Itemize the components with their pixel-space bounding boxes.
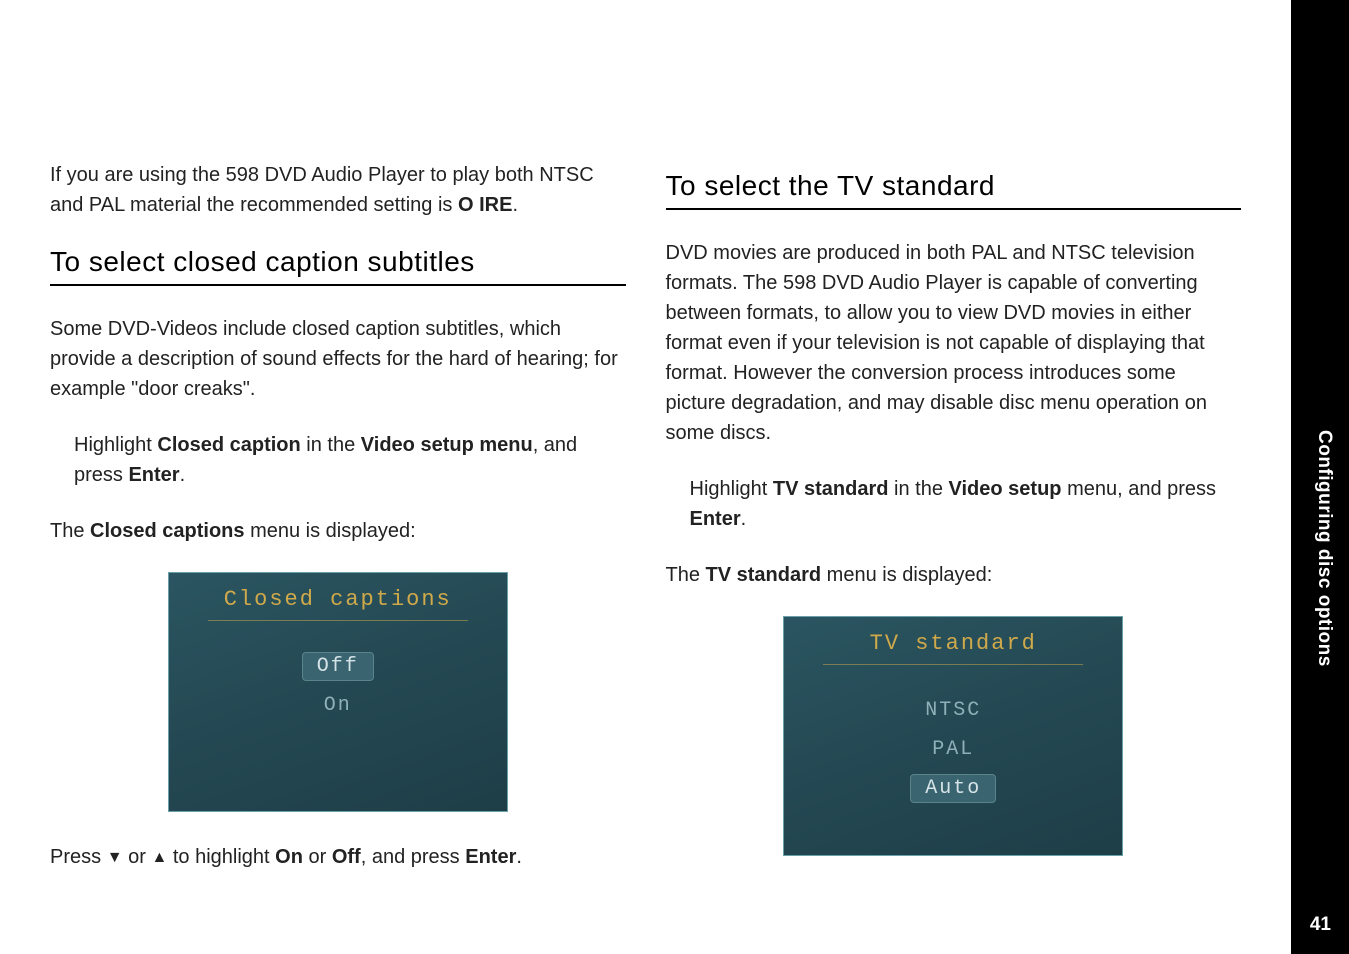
text-bold: Off (332, 846, 361, 868)
heading-rule (50, 284, 626, 286)
text-bold: Enter (465, 846, 516, 868)
menu-option-pal: PAL (918, 736, 988, 763)
step-text: Highlight (690, 478, 773, 500)
tv-standard-heading: To select the TV standard (666, 170, 1242, 202)
step-bold: Enter (690, 508, 741, 530)
step-bold: TV standard (773, 478, 889, 500)
intro-paragraph: If you are using the 598 DVD Audio Playe… (50, 160, 626, 220)
text: , and press (361, 846, 466, 868)
menu-option-off: Off (303, 653, 373, 680)
tv-standard-menu-label: The TV standard menu is displayed: (666, 560, 1242, 590)
text: . (516, 846, 522, 868)
intro-end: . (512, 194, 518, 216)
closed-caption-step: Highlight Closed caption in the Video se… (50, 430, 626, 490)
text: to highlight (167, 846, 275, 868)
menu-title: Closed captions (208, 587, 468, 621)
text: The (50, 520, 90, 542)
press-instruction: Press ▼ or ▲ to highlight On or Off, and… (50, 842, 626, 872)
step-text: . (180, 464, 186, 486)
text: or (303, 846, 332, 868)
step-bold: Video setup menu (361, 434, 533, 456)
text: menu is displayed: (245, 520, 416, 542)
tv-standard-menu-screenshot: TV standard NTSC PAL Auto (783, 616, 1123, 856)
page-content: If you are using the 598 DVD Audio Playe… (0, 0, 1291, 954)
closed-caption-menu-label: The Closed captions menu is displayed: (50, 516, 626, 546)
closed-captions-menu-screenshot: Closed captions Off On (168, 572, 508, 812)
step-bold: Closed caption (157, 434, 300, 456)
menu-option-on: On (310, 692, 366, 719)
menu-option-auto: Auto (911, 775, 995, 802)
menu-title: TV standard (823, 631, 1083, 665)
two-column-layout: If you are using the 598 DVD Audio Playe… (50, 100, 1241, 898)
step-bold: Video setup (949, 478, 1062, 500)
side-tab-label: Configuring disc options (1313, 430, 1335, 667)
closed-caption-heading: To select closed caption subtitles (50, 246, 626, 278)
side-tab: Configuring disc options 41 (1291, 0, 1349, 954)
arrow-up-icon: ▲ (151, 846, 167, 870)
heading-rule (666, 208, 1242, 210)
step-bold: Enter (128, 464, 179, 486)
text-bold: On (275, 846, 303, 868)
step-text: menu, and press (1062, 478, 1217, 500)
page-number: 41 (1310, 914, 1331, 936)
menu-option-ntsc: NTSC (911, 697, 995, 724)
text: The (666, 564, 706, 586)
arrow-down-icon: ▼ (107, 846, 123, 870)
left-column: If you are using the 598 DVD Audio Playe… (50, 160, 626, 898)
text: or (123, 846, 152, 868)
text-bold: TV standard (706, 564, 822, 586)
step-text: Highlight (74, 434, 157, 456)
text-bold: Closed captions (90, 520, 244, 542)
right-column: To select the TV standard DVD movies are… (666, 160, 1242, 898)
step-text: in the (888, 478, 948, 500)
tv-standard-description: DVD movies are produced in both PAL and … (666, 238, 1242, 448)
intro-bold: O IRE (458, 194, 512, 216)
closed-caption-description: Some DVD-Videos include closed caption s… (50, 314, 626, 404)
step-text: in the (301, 434, 361, 456)
text: Press (50, 846, 107, 868)
tv-standard-step: Highlight TV standard in the Video setup… (666, 474, 1242, 534)
text: menu is displayed: (821, 564, 992, 586)
step-text: . (741, 508, 747, 530)
